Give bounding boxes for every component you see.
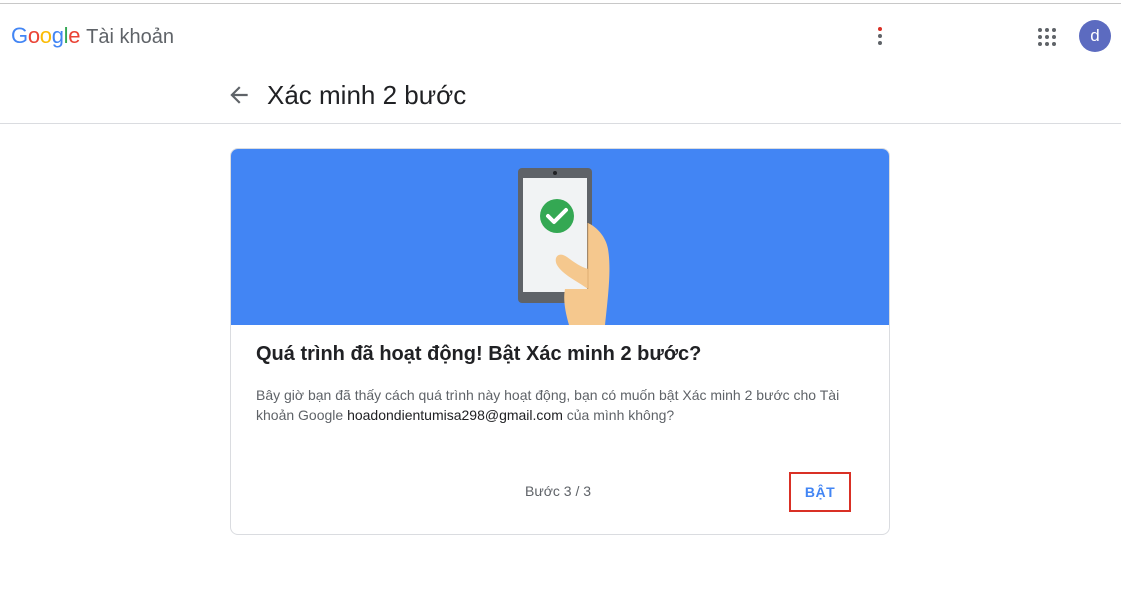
brand[interactable]: Google Tài khoản <box>11 23 174 49</box>
page-header: Xác minh 2 bước <box>0 68 1121 124</box>
description-text-end: của mình không? <box>562 407 675 423</box>
turn-on-button[interactable]: BẬT <box>789 472 851 512</box>
google-logo: Google <box>11 23 81 48</box>
page-title: Xác minh 2 bước <box>267 80 467 110</box>
more-vert-icon <box>878 27 882 31</box>
hero-banner <box>231 149 889 325</box>
app-bar: Google Tài khoản d <box>0 4 1121 68</box>
account-email: hoadondientumisa298@gmail.com <box>347 407 563 423</box>
back-button[interactable] <box>226 82 252 108</box>
card-title: Quá trình đã hoạt động! Bật Xác minh 2 b… <box>256 343 702 365</box>
card-description: Bây giờ bạn đã thấy cách quá trình này h… <box>256 385 866 425</box>
avatar[interactable]: d <box>1079 20 1111 52</box>
more-options-button[interactable] <box>866 22 894 50</box>
confirm-card: Quá trình đã hoạt động! Bật Xác minh 2 b… <box>230 148 890 535</box>
back-arrow-icon <box>230 86 248 104</box>
apps-grid-icon[interactable] <box>1034 24 1060 50</box>
phone-check-illustration <box>518 168 610 325</box>
step-indicator: Bước 3 / 3 <box>525 483 592 499</box>
product-name: Tài khoản <box>86 26 174 48</box>
